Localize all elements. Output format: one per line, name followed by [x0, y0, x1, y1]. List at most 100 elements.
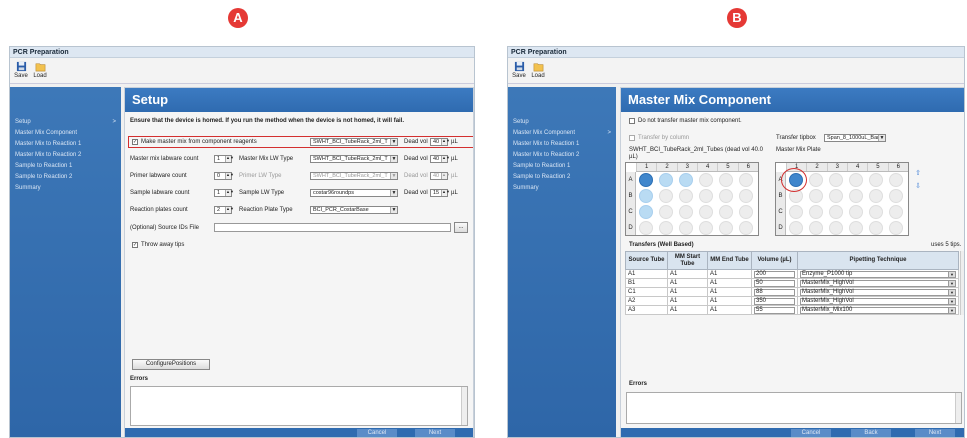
next-button[interactable]: Next	[915, 429, 955, 437]
technique-select[interactable]: MasterMix_Mix100 ▼	[800, 306, 956, 314]
well-b3[interactable]	[829, 189, 843, 203]
volume-input[interactable]: 350	[754, 297, 795, 305]
sample-lw-select[interactable]: costar96roundps ▼	[310, 189, 398, 197]
arrow-up-icon[interactable]: ⇧	[914, 170, 922, 178]
sidebar-item-sample-reaction-2[interactable]: Sample to Reaction 2	[508, 172, 616, 183]
table-row[interactable]: C1 A1 A1 88 MasterMix_HighVol ▼	[625, 287, 959, 297]
sample-count-input[interactable]: 1 ▲▼	[214, 189, 234, 197]
sidebar-item-sample-reaction-2[interactable]: Sample to Reaction 2	[10, 172, 121, 183]
sidebar-item-setup[interactable]: Setup	[508, 117, 616, 128]
well-d2[interactable]	[809, 221, 823, 235]
technique-select[interactable]: MasterMix_HighVol ▼	[800, 279, 956, 287]
next-button[interactable]: Next	[415, 429, 455, 437]
well-b5[interactable]	[869, 189, 883, 203]
well-d4[interactable]	[699, 221, 713, 235]
sidebar-item-setup[interactable]: Setup >	[10, 117, 121, 128]
mastermix-lw-select[interactable]: SWHT_BCI_TubeRack_2ml_T ▼	[310, 155, 398, 163]
sidebar-item-sample-reaction-1[interactable]: Sample to Reaction 1	[10, 161, 121, 172]
well-a6[interactable]	[739, 173, 753, 187]
well-c5[interactable]	[719, 205, 733, 219]
well-b6[interactable]	[889, 189, 903, 203]
well-c1[interactable]	[789, 205, 803, 219]
well-a5[interactable]	[869, 173, 883, 187]
technique-select[interactable]: MasterMix_HighVol ▼	[800, 297, 956, 305]
well-d5[interactable]	[869, 221, 883, 235]
volume-input[interactable]: 200	[754, 270, 795, 278]
well-d4[interactable]	[849, 221, 863, 235]
errors-scrollbar[interactable]	[955, 393, 961, 423]
no-transfer-checkbox[interactable]	[629, 118, 635, 124]
dead-vol-input[interactable]: 40 ▲▼	[430, 138, 450, 146]
well-a3[interactable]	[679, 173, 693, 187]
well-b6[interactable]	[739, 189, 753, 203]
technique-select[interactable]: Enzyme_P1000 tip ▼	[800, 270, 956, 278]
back-button[interactable]: Back	[851, 429, 891, 437]
well-c2[interactable]	[659, 205, 673, 219]
well-d6[interactable]	[889, 221, 903, 235]
well-b1[interactable]	[639, 189, 653, 203]
transfer-by-column-checkbox[interactable]	[629, 135, 635, 141]
well-a2[interactable]	[659, 173, 673, 187]
well-d3[interactable]	[829, 221, 843, 235]
sidebar-item-master-mix-component[interactable]: Master Mix Component	[10, 128, 121, 139]
errors-scrollbar[interactable]	[461, 387, 467, 425]
well-c4[interactable]	[699, 205, 713, 219]
well-a6[interactable]	[889, 173, 903, 187]
sidebar-item-sample-reaction-1[interactable]: Sample to Reaction 1	[508, 161, 616, 172]
volume-input[interactable]: 50	[754, 279, 795, 287]
make-mastermix-checkbox[interactable]: ✓	[132, 139, 138, 145]
throw-away-checkbox[interactable]: ✓	[132, 242, 138, 248]
well-c2[interactable]	[809, 205, 823, 219]
well-c6[interactable]	[739, 205, 753, 219]
dead-vol-input[interactable]: 40 ▲▼	[430, 172, 450, 180]
table-row[interactable]: B1 A1 A1 50 MasterMix_HighVol ▼	[625, 278, 959, 288]
well-d3[interactable]	[679, 221, 693, 235]
sidebar-item-mm-reaction-2[interactable]: Master Mix to Reaction 2	[508, 150, 616, 161]
well-b4[interactable]	[849, 189, 863, 203]
transfer-tipbox-select[interactable]: Span_8_1000uL_Barr ▼	[824, 134, 886, 142]
well-d2[interactable]	[659, 221, 673, 235]
load-button[interactable]: Load	[32, 60, 48, 82]
well-c1[interactable]	[639, 205, 653, 219]
table-row[interactable]: A3 A1 A1 55 MasterMix_Mix100 ▼	[625, 305, 959, 315]
reaction-count-input[interactable]: 2 ▲▼	[214, 206, 234, 214]
dead-vol-input[interactable]: 40 ▲▼	[430, 155, 450, 163]
technique-select[interactable]: MasterMix_HighVol ▼	[800, 288, 956, 296]
cancel-button[interactable]: Cancel	[357, 429, 397, 437]
transfers-scrollbar[interactable]	[960, 251, 964, 315]
volume-input[interactable]: 88	[754, 288, 795, 296]
volume-input[interactable]: 55	[754, 306, 795, 314]
make-mastermix-select[interactable]: SWHT_BCI_TubeRack_2ml_T ▼	[310, 138, 398, 146]
well-b3[interactable]	[679, 189, 693, 203]
well-b4[interactable]	[699, 189, 713, 203]
well-b2[interactable]	[809, 189, 823, 203]
well-a5[interactable]	[719, 173, 733, 187]
source-ids-input[interactable]	[214, 223, 451, 232]
well-c4[interactable]	[849, 205, 863, 219]
sidebar-item-mm-reaction-2[interactable]: Master Mix to Reaction 2	[10, 150, 121, 161]
arrow-down-icon[interactable]: ⇩	[914, 183, 922, 191]
save-button[interactable]: Save	[13, 60, 29, 82]
primer-lw-select[interactable]: SWHT_BCI_TubeRack_2ml_T ▼	[310, 172, 398, 180]
sidebar-item-mm-reaction-1[interactable]: Master Mix to Reaction 1	[10, 139, 121, 150]
primer-count-input[interactable]: 0 ▲▼	[214, 172, 234, 180]
reaction-plate-select[interactable]: BCI_PCR_CostarBase ▼	[310, 206, 398, 214]
sidebar-item-summary[interactable]: Summary	[508, 183, 616, 194]
well-c6[interactable]	[889, 205, 903, 219]
well-a4[interactable]	[849, 173, 863, 187]
table-row[interactable]: A2 A1 A1 350 MasterMix_HighVol ▼	[625, 296, 959, 306]
sidebar-item-summary[interactable]: Summary	[10, 183, 121, 194]
configure-positions-button[interactable]: ConfigurePositions	[132, 359, 210, 370]
well-c5[interactable]	[869, 205, 883, 219]
well-a4[interactable]	[699, 173, 713, 187]
well-c3[interactable]	[679, 205, 693, 219]
well-d5[interactable]	[719, 221, 733, 235]
well-d1[interactable]	[789, 221, 803, 235]
save-button[interactable]: Save	[511, 60, 527, 82]
sidebar-item-master-mix-component[interactable]: Master Mix Component >	[508, 128, 616, 139]
well-b2[interactable]	[659, 189, 673, 203]
well-d6[interactable]	[739, 221, 753, 235]
table-row[interactable]: A1 A1 A1 200 Enzyme_P1000 tip ▼	[625, 269, 959, 279]
browse-button[interactable]: ...	[454, 222, 468, 233]
cancel-button[interactable]: Cancel	[791, 429, 831, 437]
